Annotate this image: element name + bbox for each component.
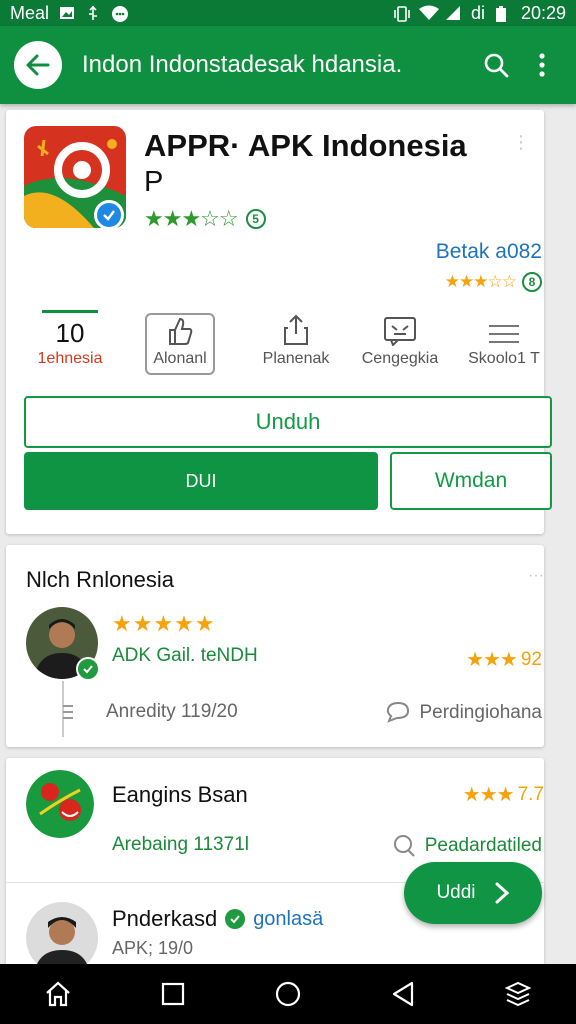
signal-icon bbox=[445, 5, 461, 21]
back-nav-button[interactable] bbox=[373, 964, 433, 1024]
score-value: 7.7 bbox=[517, 783, 544, 805]
beta-count-badge: 8 bbox=[522, 272, 542, 292]
related-user-sub: APK; 19/0 bbox=[112, 938, 194, 958]
share-icon bbox=[246, 310, 346, 346]
review-score: ★★★ 92 bbox=[466, 647, 542, 672]
reply-label: Perdingiohana bbox=[419, 702, 542, 723]
app-detail-card: APPR· APK Indonesia P ★★★☆☆ 5 ⋮ Betak a0… bbox=[6, 110, 552, 534]
reviews-card: Nlch Rnlonesia ··· ★★★★★ ADK Gail. teNDH… bbox=[6, 545, 544, 747]
wifi-icon bbox=[418, 5, 439, 21]
install-button[interactable]: DUI bbox=[24, 452, 378, 510]
carrier-text: Meal bbox=[10, 2, 50, 23]
home-nav-button[interactable] bbox=[28, 964, 88, 1024]
beta-link[interactable]: Betak a082 bbox=[436, 240, 542, 264]
layers-nav-button[interactable] bbox=[488, 964, 548, 1024]
stat-like[interactable]: Alonanl bbox=[130, 310, 230, 375]
verified-user-badge bbox=[76, 657, 100, 681]
verified-icon bbox=[225, 909, 246, 929]
fab-label: Uddi bbox=[436, 882, 476, 903]
selected-outline bbox=[145, 313, 215, 375]
review-date-row: Anredity 119/20 bbox=[60, 701, 238, 723]
comment-icon bbox=[393, 835, 415, 857]
stat-downloads[interactable]: 10 1ehnesia bbox=[20, 310, 120, 368]
reply-button[interactable]: Perdingiohana bbox=[385, 701, 542, 725]
messenger-icon bbox=[111, 5, 129, 22]
stat-message[interactable]: Cengegkia bbox=[350, 310, 450, 368]
related-app-subtitle: Arebaing 11371l bbox=[112, 834, 249, 855]
stat-label: 1ehnesia bbox=[37, 350, 103, 367]
card-overflow-button[interactable]: ⋮ bbox=[512, 132, 530, 153]
beta-stars: ★★★☆☆ bbox=[444, 272, 517, 291]
arrow-left-icon bbox=[26, 54, 50, 76]
reviews-title: Nlch Rnlonesia bbox=[26, 567, 174, 592]
stats-row: 10 1ehnesia Alonanl Planenak Cengegkia S… bbox=[6, 310, 544, 384]
related-app-logo[interactable] bbox=[26, 770, 94, 838]
score-stars: ★★★ bbox=[462, 784, 515, 806]
recents-nav-button[interactable] bbox=[143, 964, 203, 1024]
circle-icon bbox=[275, 981, 301, 1007]
document-icon bbox=[63, 705, 73, 719]
related-user-badge-text: gonlasä bbox=[253, 907, 324, 930]
more-vert-icon bbox=[539, 53, 545, 77]
layers-icon bbox=[504, 981, 532, 1007]
chevron-right-icon bbox=[495, 882, 509, 904]
triangle-back-icon bbox=[393, 981, 414, 1007]
status-bar: Meal di 20:29 bbox=[0, 0, 576, 26]
battery-icon bbox=[495, 5, 511, 22]
review-date: Anredity 119/20 bbox=[106, 701, 238, 722]
vibrate-icon bbox=[393, 5, 410, 22]
list-icon bbox=[454, 310, 554, 346]
related-app-score: ★★★ 7.7 bbox=[463, 782, 544, 807]
check-icon bbox=[83, 665, 93, 674]
check-icon bbox=[103, 210, 115, 221]
stat-label: Skoolo1 T bbox=[468, 350, 540, 367]
beta-rating: ★★★☆☆ 8 bbox=[445, 272, 542, 292]
app-bar: Indon Indonstadesak hdansia. bbox=[0, 26, 576, 104]
download-button[interactable]: Unduh bbox=[24, 396, 552, 448]
score-value: 92 bbox=[520, 648, 542, 670]
score-stars: ★★★ bbox=[466, 649, 518, 671]
reviewer-name[interactable]: ADK Gail. teNDH bbox=[112, 645, 258, 667]
home-icon bbox=[45, 981, 70, 1007]
stat-label: Planenak bbox=[262, 350, 330, 367]
clock-text: 20:29 bbox=[520, 2, 566, 23]
back-button[interactable] bbox=[14, 41, 62, 89]
comment-icon bbox=[387, 701, 410, 723]
signal-text: di bbox=[470, 2, 485, 23]
app-title-suffix: P bbox=[144, 166, 164, 198]
app-title: APPR· APK Indonesia bbox=[144, 128, 467, 163]
search-button[interactable] bbox=[476, 45, 516, 85]
related-user-row: Pnderkasd gonlasä bbox=[112, 906, 323, 932]
reply-label: Peadardatiled bbox=[424, 835, 542, 856]
reviews-more-button[interactable]: ··· bbox=[528, 567, 544, 585]
related-user-name[interactable]: Pnderkasd bbox=[112, 906, 217, 932]
secondary-button[interactable]: Wmdan bbox=[390, 452, 552, 510]
overflow-menu-button[interactable] bbox=[522, 45, 562, 85]
stat-share[interactable]: Planenak bbox=[246, 310, 346, 368]
gallery-notification-icon bbox=[59, 5, 75, 21]
usb-icon bbox=[85, 5, 101, 21]
message-icon bbox=[350, 310, 450, 346]
stat-value: 10 bbox=[42, 310, 98, 348]
stat-label: Cengegkia bbox=[361, 350, 439, 367]
related-app-title[interactable]: Eangins Bsan bbox=[112, 782, 248, 808]
square-icon bbox=[161, 982, 184, 1006]
search-icon bbox=[484, 53, 509, 78]
related-reply-button[interactable]: Peadardatiled bbox=[391, 834, 542, 858]
rating-stars: ★★★☆☆ bbox=[144, 206, 239, 231]
stat-list[interactable]: Skoolo1 T bbox=[454, 310, 554, 368]
rating-count-badge: 5 bbox=[245, 209, 266, 229]
home-circle-button[interactable] bbox=[258, 964, 318, 1024]
verified-badge bbox=[94, 200, 124, 230]
system-nav-bar bbox=[0, 964, 576, 1024]
review-stars: ★★★★★ bbox=[112, 611, 216, 636]
app-rating: ★★★☆☆ 5 bbox=[144, 206, 266, 232]
app-bar-title: Indon Indonstadesak hdansia. bbox=[82, 51, 403, 78]
floating-action-button[interactable]: Uddi bbox=[404, 862, 542, 924]
